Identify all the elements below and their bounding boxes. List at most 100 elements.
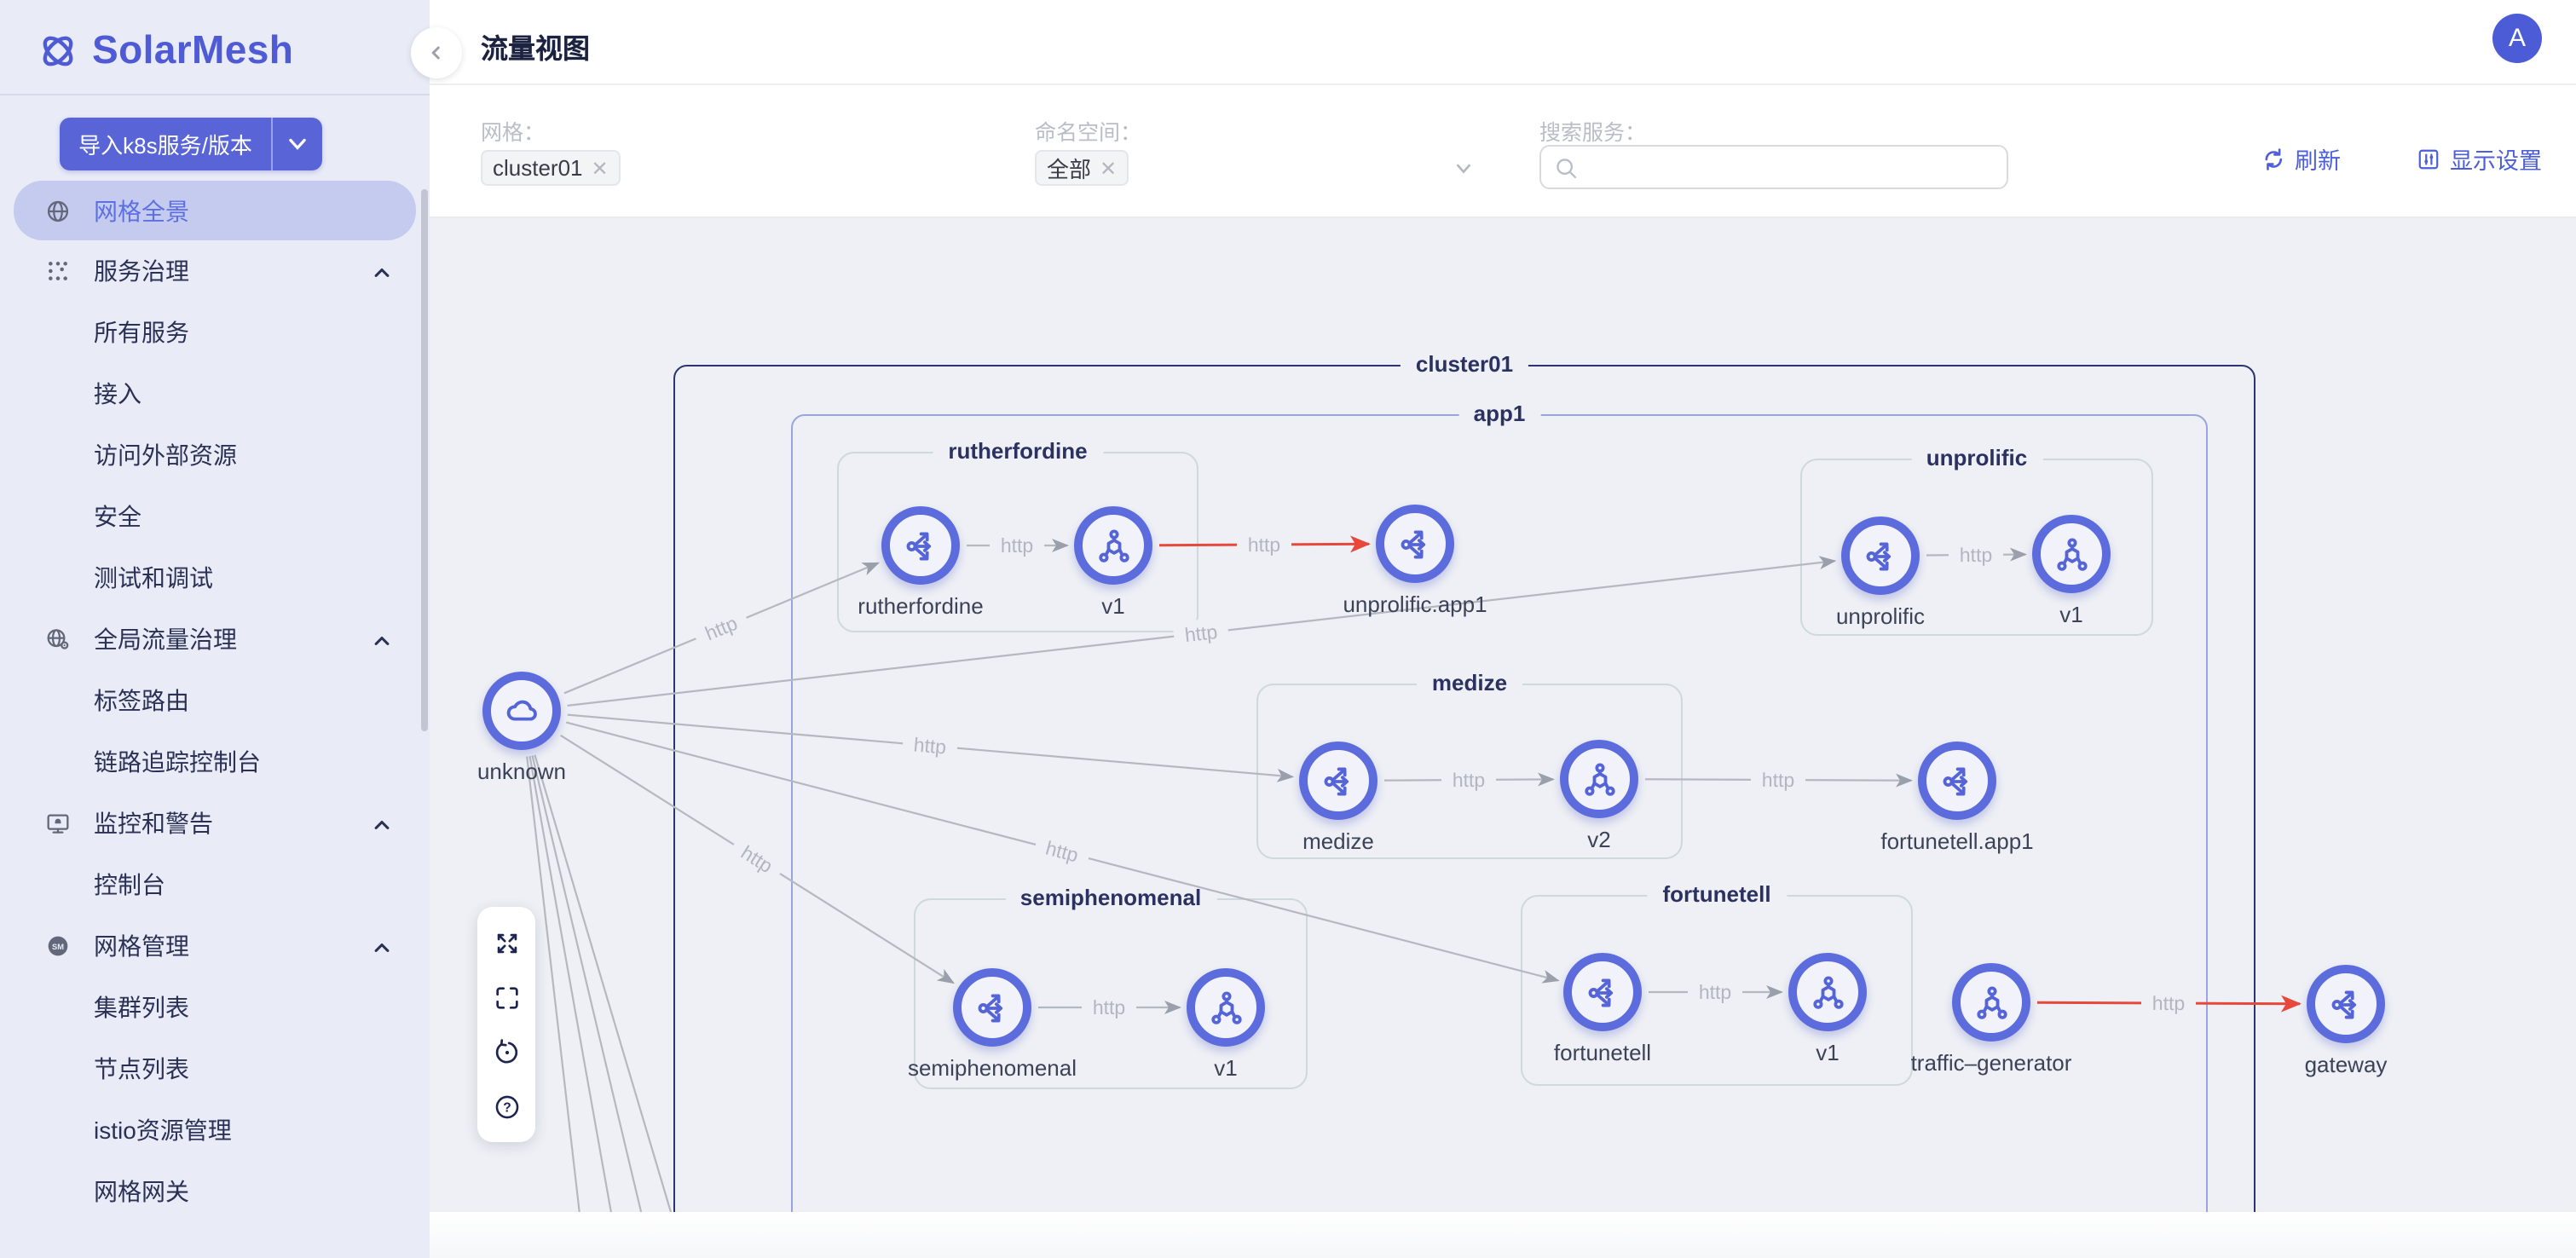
sidebar-item-monitoring-alerts[interactable]: 监控和警告	[0, 793, 430, 854]
import-k8s-button[interactable]: 导入k8s服务/版本	[60, 118, 271, 170]
sidebar-item-label: 测试和调试	[94, 561, 213, 595]
sidebar-item-tracing-console[interactable]: 链路追踪控制台	[0, 731, 430, 793]
refresh-label: 刷新	[2295, 141, 2341, 176]
sidebar-item-label: 监控和警告	[94, 806, 213, 840]
search-filter-label: 搜索服务：	[1539, 114, 1646, 147]
help-icon: ?	[492, 1092, 521, 1121]
node-unprolific-v1[interactable]	[2032, 515, 2111, 593]
namespace-select-chevron-icon[interactable]	[1453, 157, 1475, 179]
service-icon	[1938, 761, 1977, 800]
sidebar-item-label: 控制台	[94, 868, 165, 902]
service-icon	[973, 988, 1012, 1027]
sidebar-item-label: 集群列表	[94, 990, 189, 1024]
fit-view-button[interactable]	[484, 975, 528, 1019]
namespace-filter-label: 命名空间：	[1035, 114, 1141, 147]
sm-badge-icon: SM	[44, 932, 72, 960]
sidebar-item-label: 全局流量治理	[94, 622, 237, 656]
mesh-filter-value: cluster01	[493, 155, 583, 181]
sidebar-item-cluster-list[interactable]: 集群列表	[0, 977, 430, 1038]
sidebar-item-node-list[interactable]: 节点列表	[0, 1038, 430, 1099]
expand-icon	[492, 928, 521, 957]
workload-icon	[1580, 759, 1619, 799]
service-icon	[1319, 761, 1358, 800]
sidebar-item-mesh-overview[interactable]: 网格全景	[14, 181, 416, 240]
service-icon	[2326, 984, 2365, 1024]
user-avatar[interactable]: A	[2492, 14, 2542, 63]
sidebar-item-label: 链路追踪控制台	[94, 745, 261, 779]
fit-icon	[492, 983, 521, 1012]
namespace-filter-tag[interactable]: 全部 ✕	[1035, 150, 1129, 186]
node-unprolific[interactable]	[1841, 516, 1920, 595]
node-fortunetell-app1[interactable]	[1918, 742, 1996, 820]
node-traffic-generator[interactable]	[1952, 963, 2030, 1042]
import-k8s-dropdown-button[interactable]	[271, 118, 322, 170]
display-settings-button[interactable]: 显示设置	[2416, 141, 2542, 176]
edge-unknown-ray	[533, 756, 668, 1212]
divider	[0, 94, 430, 95]
sidebar-item-label: 接入	[94, 377, 142, 411]
service-icon	[1583, 972, 1622, 1012]
reset-view-button[interactable]	[484, 1030, 528, 1074]
logo: SolarMesh	[0, 0, 430, 94]
service-icon	[901, 526, 940, 565]
chevron-up-icon[interactable]	[372, 936, 392, 956]
mesh-filter-tag[interactable]: cluster01 ✕	[481, 150, 621, 186]
search-service-input[interactable]	[1579, 148, 2007, 186]
sidebar-item-label: 服务治理	[94, 254, 189, 288]
group-title-cluster01: cluster01	[1401, 351, 1528, 377]
node-medize-v2[interactable]	[1560, 740, 1638, 818]
svg-text:SM: SM	[52, 943, 64, 951]
edge-unknown-ray	[529, 756, 631, 1212]
traffic-graph-canvas[interactable]: cluster01app1rutherfordineunprolificmedi…	[430, 218, 2576, 1212]
sidebar-item-istio-resources[interactable]: istio资源管理	[0, 1099, 430, 1161]
namespace-filter-value: 全部	[1047, 152, 1091, 184]
sidebar-item-all-services[interactable]: 所有服务	[0, 302, 430, 363]
node-semiphenomenal-v1[interactable]	[1187, 968, 1265, 1047]
node-fortunetell-v1[interactable]	[1788, 953, 1867, 1031]
refresh-button[interactable]: 刷新	[2261, 141, 2341, 176]
mesh-filter-label: 网格：	[481, 114, 545, 147]
sidebar-item-console[interactable]: 控制台	[0, 854, 430, 915]
sidebar-item-external-resources[interactable]: 访问外部资源	[0, 424, 430, 486]
chevron-up-icon[interactable]	[372, 813, 392, 834]
sidebar-item-mesh-gateway[interactable]: 网格网关	[0, 1161, 430, 1222]
node-rutherfordine[interactable]	[881, 506, 960, 585]
node-rutherfordine-v1[interactable]	[1074, 506, 1152, 585]
chevron-up-icon[interactable]	[372, 629, 392, 649]
node-label-unknown: unknown	[430, 759, 667, 784]
remove-namespace-tag-icon[interactable]: ✕	[1100, 156, 1117, 180]
filter-bar: 网格： cluster01 ✕ 命名空间： 全部 ✕ 搜索服务： 刷新	[430, 85, 2576, 218]
svg-text:?: ?	[502, 1100, 511, 1115]
chevron-left-icon	[426, 43, 447, 63]
chevron-up-icon[interactable]	[372, 261, 392, 281]
sidebar-item-test-debug[interactable]: 测试和调试	[0, 547, 430, 609]
sidebar-item-mesh-management[interactable]: SM网格管理	[0, 915, 430, 977]
sidebar-scrollbar[interactable]	[421, 189, 428, 731]
group-title-g-fortunetell: fortunetell	[1647, 881, 1786, 907]
sidebar-item-label: 节点列表	[94, 1052, 189, 1086]
expand-view-button[interactable]	[484, 920, 528, 965]
sidebar-collapse-button[interactable]	[411, 27, 462, 78]
group-title-g-rutherfordine: rutherfordine	[933, 438, 1102, 464]
sidebar-item-access[interactable]: 接入	[0, 363, 430, 424]
workload-icon	[2052, 534, 2091, 574]
node-semiphenomenal[interactable]	[953, 968, 1031, 1047]
globe-icon	[44, 197, 72, 224]
sidebar-item-service-governance[interactable]: 服务治理	[0, 240, 430, 302]
node-unprolific-app1[interactable]	[1376, 505, 1454, 583]
group-title-g-semiphenomenal: semiphenomenal	[1005, 885, 1216, 910]
node-unknown[interactable]	[482, 672, 561, 750]
app-name: SolarMesh	[92, 27, 293, 73]
sidebar-item-label-routing[interactable]: 标签路由	[0, 670, 430, 731]
remove-mesh-tag-icon[interactable]: ✕	[592, 156, 609, 180]
sidebar-item-security[interactable]: 安全	[0, 486, 430, 547]
search-box	[1539, 145, 2008, 189]
service-icon	[1395, 524, 1435, 563]
node-medize[interactable]	[1299, 742, 1378, 820]
node-fortunetell[interactable]	[1563, 953, 1642, 1031]
workload-icon	[1972, 983, 2011, 1022]
sidebar-item-global-traffic[interactable]: 全局流量治理	[0, 609, 430, 670]
sidebar-item-label: 网格全景	[94, 193, 189, 228]
node-gateway[interactable]	[2307, 965, 2385, 1043]
help-button[interactable]: ?	[484, 1084, 528, 1128]
